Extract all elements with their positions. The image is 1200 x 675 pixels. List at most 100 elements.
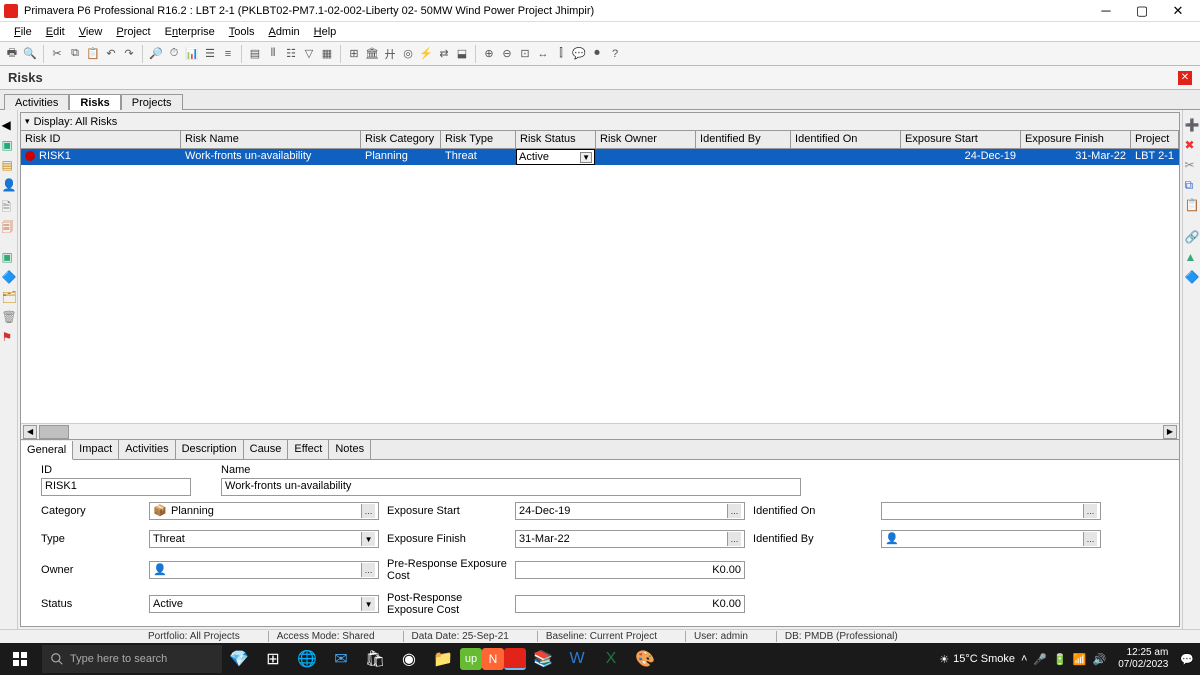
menu-admin[interactable]: Admin <box>262 24 305 40</box>
menu-tools[interactable]: Tools <box>223 24 261 40</box>
bars-icon[interactable]: ▤ <box>247 46 263 62</box>
fld-status[interactable]: Active▼ <box>149 595 379 613</box>
display-bar[interactable]: ▾ Display: All Risks <box>21 113 1179 131</box>
chrome-icon[interactable]: ◉ <box>392 643 426 675</box>
mic-icon[interactable]: 🎤 <box>1033 653 1047 666</box>
tree-icon[interactable]: ⼶ <box>382 46 398 62</box>
fld-type[interactable]: Threat▼ <box>149 530 379 548</box>
minimize-button[interactable]: ─ <box>1088 0 1124 22</box>
flag-icon[interactable]: ⚑ <box>2 330 16 344</box>
cell-risk-status[interactable]: Active ▼ Active Impacted (Closed) Manage… <box>516 149 596 165</box>
resources-icon[interactable]: 🗂 <box>2 290 16 304</box>
fld-name[interactable]: Work-fronts un-availability <box>221 478 801 496</box>
fld-owner[interactable]: 👤… <box>149 561 379 579</box>
schedule-icon[interactable]: ⚡ <box>418 46 434 62</box>
paste-icon[interactable]: 📋 <box>1184 198 1198 212</box>
col-exposure-finish[interactable]: Exposure Finish <box>1021 131 1131 148</box>
picker-icon[interactable]: … <box>1083 532 1097 546</box>
dtab-general[interactable]: General <box>21 441 73 460</box>
col-risk-type[interactable]: Risk Type <box>441 131 516 148</box>
reports-icon[interactable]: 🗐 <box>2 218 16 232</box>
down-icon[interactable]: 🔷 <box>1184 270 1198 284</box>
fld-identified-on[interactable]: … <box>881 502 1101 520</box>
spreadsheet-icon[interactable]: ⊞ <box>346 46 362 62</box>
col-risk-status[interactable]: Risk Status <box>516 131 596 148</box>
preview-icon[interactable]: 🔍 <box>22 46 38 62</box>
zoom-out-icon[interactable]: ⊖ <box>499 46 515 62</box>
mail-icon[interactable]: ✉ <box>324 643 358 675</box>
tab-risks[interactable]: Risks <box>69 94 120 110</box>
stack-icon[interactable]: ≡ <box>220 46 236 62</box>
menu-view[interactable]: View <box>73 24 109 40</box>
expand-icon[interactable]: ↔ <box>535 46 551 62</box>
search-input[interactable]: Type here to search <box>42 645 222 673</box>
cortana-icon[interactable]: 💎 <box>222 643 256 675</box>
undo-icon[interactable]: ↶ <box>103 46 119 62</box>
dtab-description[interactable]: Description <box>176 440 244 459</box>
menu-file[interactable]: File <box>8 24 38 40</box>
global-icon[interactable]: ◎ <box>400 46 416 62</box>
col-risk-category[interactable]: Risk Category <box>361 131 441 148</box>
projects-icon[interactable]: ▣ <box>2 138 16 152</box>
docs-icon[interactable]: 🗎 <box>2 198 16 212</box>
add-icon[interactable]: ➕ <box>1184 118 1198 132</box>
notification-icon[interactable]: 💬 <box>1180 653 1194 666</box>
edge-icon[interactable]: 🌐 <box>290 643 324 675</box>
col-identified-on[interactable]: Identified On <box>791 131 901 148</box>
menu-project[interactable]: Project <box>110 24 156 40</box>
misc-icon[interactable]: 🎨 <box>628 643 662 675</box>
wbs-gutter-icon[interactable]: ▤ <box>2 158 16 172</box>
chat-icon[interactable]: 💬 <box>571 46 587 62</box>
layout-icon[interactable]: ▦ <box>319 46 335 62</box>
dtab-impact[interactable]: Impact <box>73 440 119 459</box>
person-icon[interactable]: 👤 <box>2 178 16 192</box>
fld-exposure-finish[interactable]: 31-Mar-22… <box>515 530 745 548</box>
fld-exposure-start[interactable]: 24-Dec-19… <box>515 502 745 520</box>
scroll-right-icon[interactable]: ▶ <box>1163 425 1177 439</box>
table-row[interactable]: RISK1 Work-fronts un-availability Planni… <box>21 149 1179 165</box>
record-icon[interactable]: ⏺ <box>589 46 605 62</box>
dtab-effect[interactable]: Effect <box>288 440 329 459</box>
copy-icon[interactable]: ⧉ <box>1184 178 1198 192</box>
zoom-in-icon[interactable]: ⊕ <box>481 46 497 62</box>
maximize-button[interactable]: ▢ <box>1124 0 1160 22</box>
link-icon[interactable]: 🔗 <box>1184 230 1198 244</box>
store-icon[interactable]: 🛍 <box>358 643 392 675</box>
horizontal-scrollbar[interactable]: ◀ ▶ <box>21 423 1179 439</box>
tab-activities[interactable]: Activities <box>4 94 69 110</box>
columns-icon[interactable]: ⫴ <box>265 46 281 62</box>
chart-icon[interactable]: 📊 <box>184 46 200 62</box>
task-view-icon[interactable]: ⊞ <box>256 643 290 675</box>
dtab-notes[interactable]: Notes <box>329 440 371 459</box>
col-risk-id[interactable]: Risk ID <box>21 131 181 148</box>
col-risk-name[interactable]: Risk Name <box>181 131 361 148</box>
scroll-left-icon[interactable]: ◀ <box>23 425 37 439</box>
paste-icon[interactable]: 📋 <box>85 46 101 62</box>
menu-help[interactable]: Help <box>308 24 343 40</box>
oracle-icon[interactable] <box>504 648 526 670</box>
filter-icon[interactable]: ▽ <box>301 46 317 62</box>
trash-icon[interactable]: 🗑 <box>2 310 16 324</box>
picker-icon[interactable]: … <box>361 563 375 577</box>
col-identified-by[interactable]: Identified By <box>696 131 791 148</box>
tab-projects[interactable]: Projects <box>121 94 183 110</box>
chevron-down-icon[interactable]: ▼ <box>361 532 375 546</box>
grid-body[interactable]: RISK1 Work-fronts un-availability Planni… <box>21 149 1179 423</box>
excel-icon[interactable]: X <box>594 643 628 675</box>
col-risk-owner[interactable]: Risk Owner <box>596 131 696 148</box>
cut-icon[interactable]: ✂ <box>1184 158 1198 172</box>
risk-status-dropdown[interactable]: Active ▼ <box>516 149 595 165</box>
close-view-button[interactable]: ✕ <box>1178 71 1192 85</box>
cut-icon[interactable]: ✂ <box>49 46 65 62</box>
picker-icon[interactable]: … <box>727 532 741 546</box>
group-icon[interactable]: ☷ <box>283 46 299 62</box>
gantt-icon[interactable]: ☰ <box>202 46 218 62</box>
files-icon[interactable]: 📚 <box>526 643 560 675</box>
up-icon[interactable]: ▲ <box>1184 250 1198 264</box>
explorer-icon[interactable]: 📁 <box>426 643 460 675</box>
volume-icon[interactable]: 🔊 <box>1093 653 1107 666</box>
redo-icon[interactable]: ↷ <box>121 46 137 62</box>
picker-icon[interactable]: … <box>361 504 375 518</box>
fld-id[interactable]: RISK1 <box>41 478 191 496</box>
start-button[interactable] <box>0 643 40 675</box>
